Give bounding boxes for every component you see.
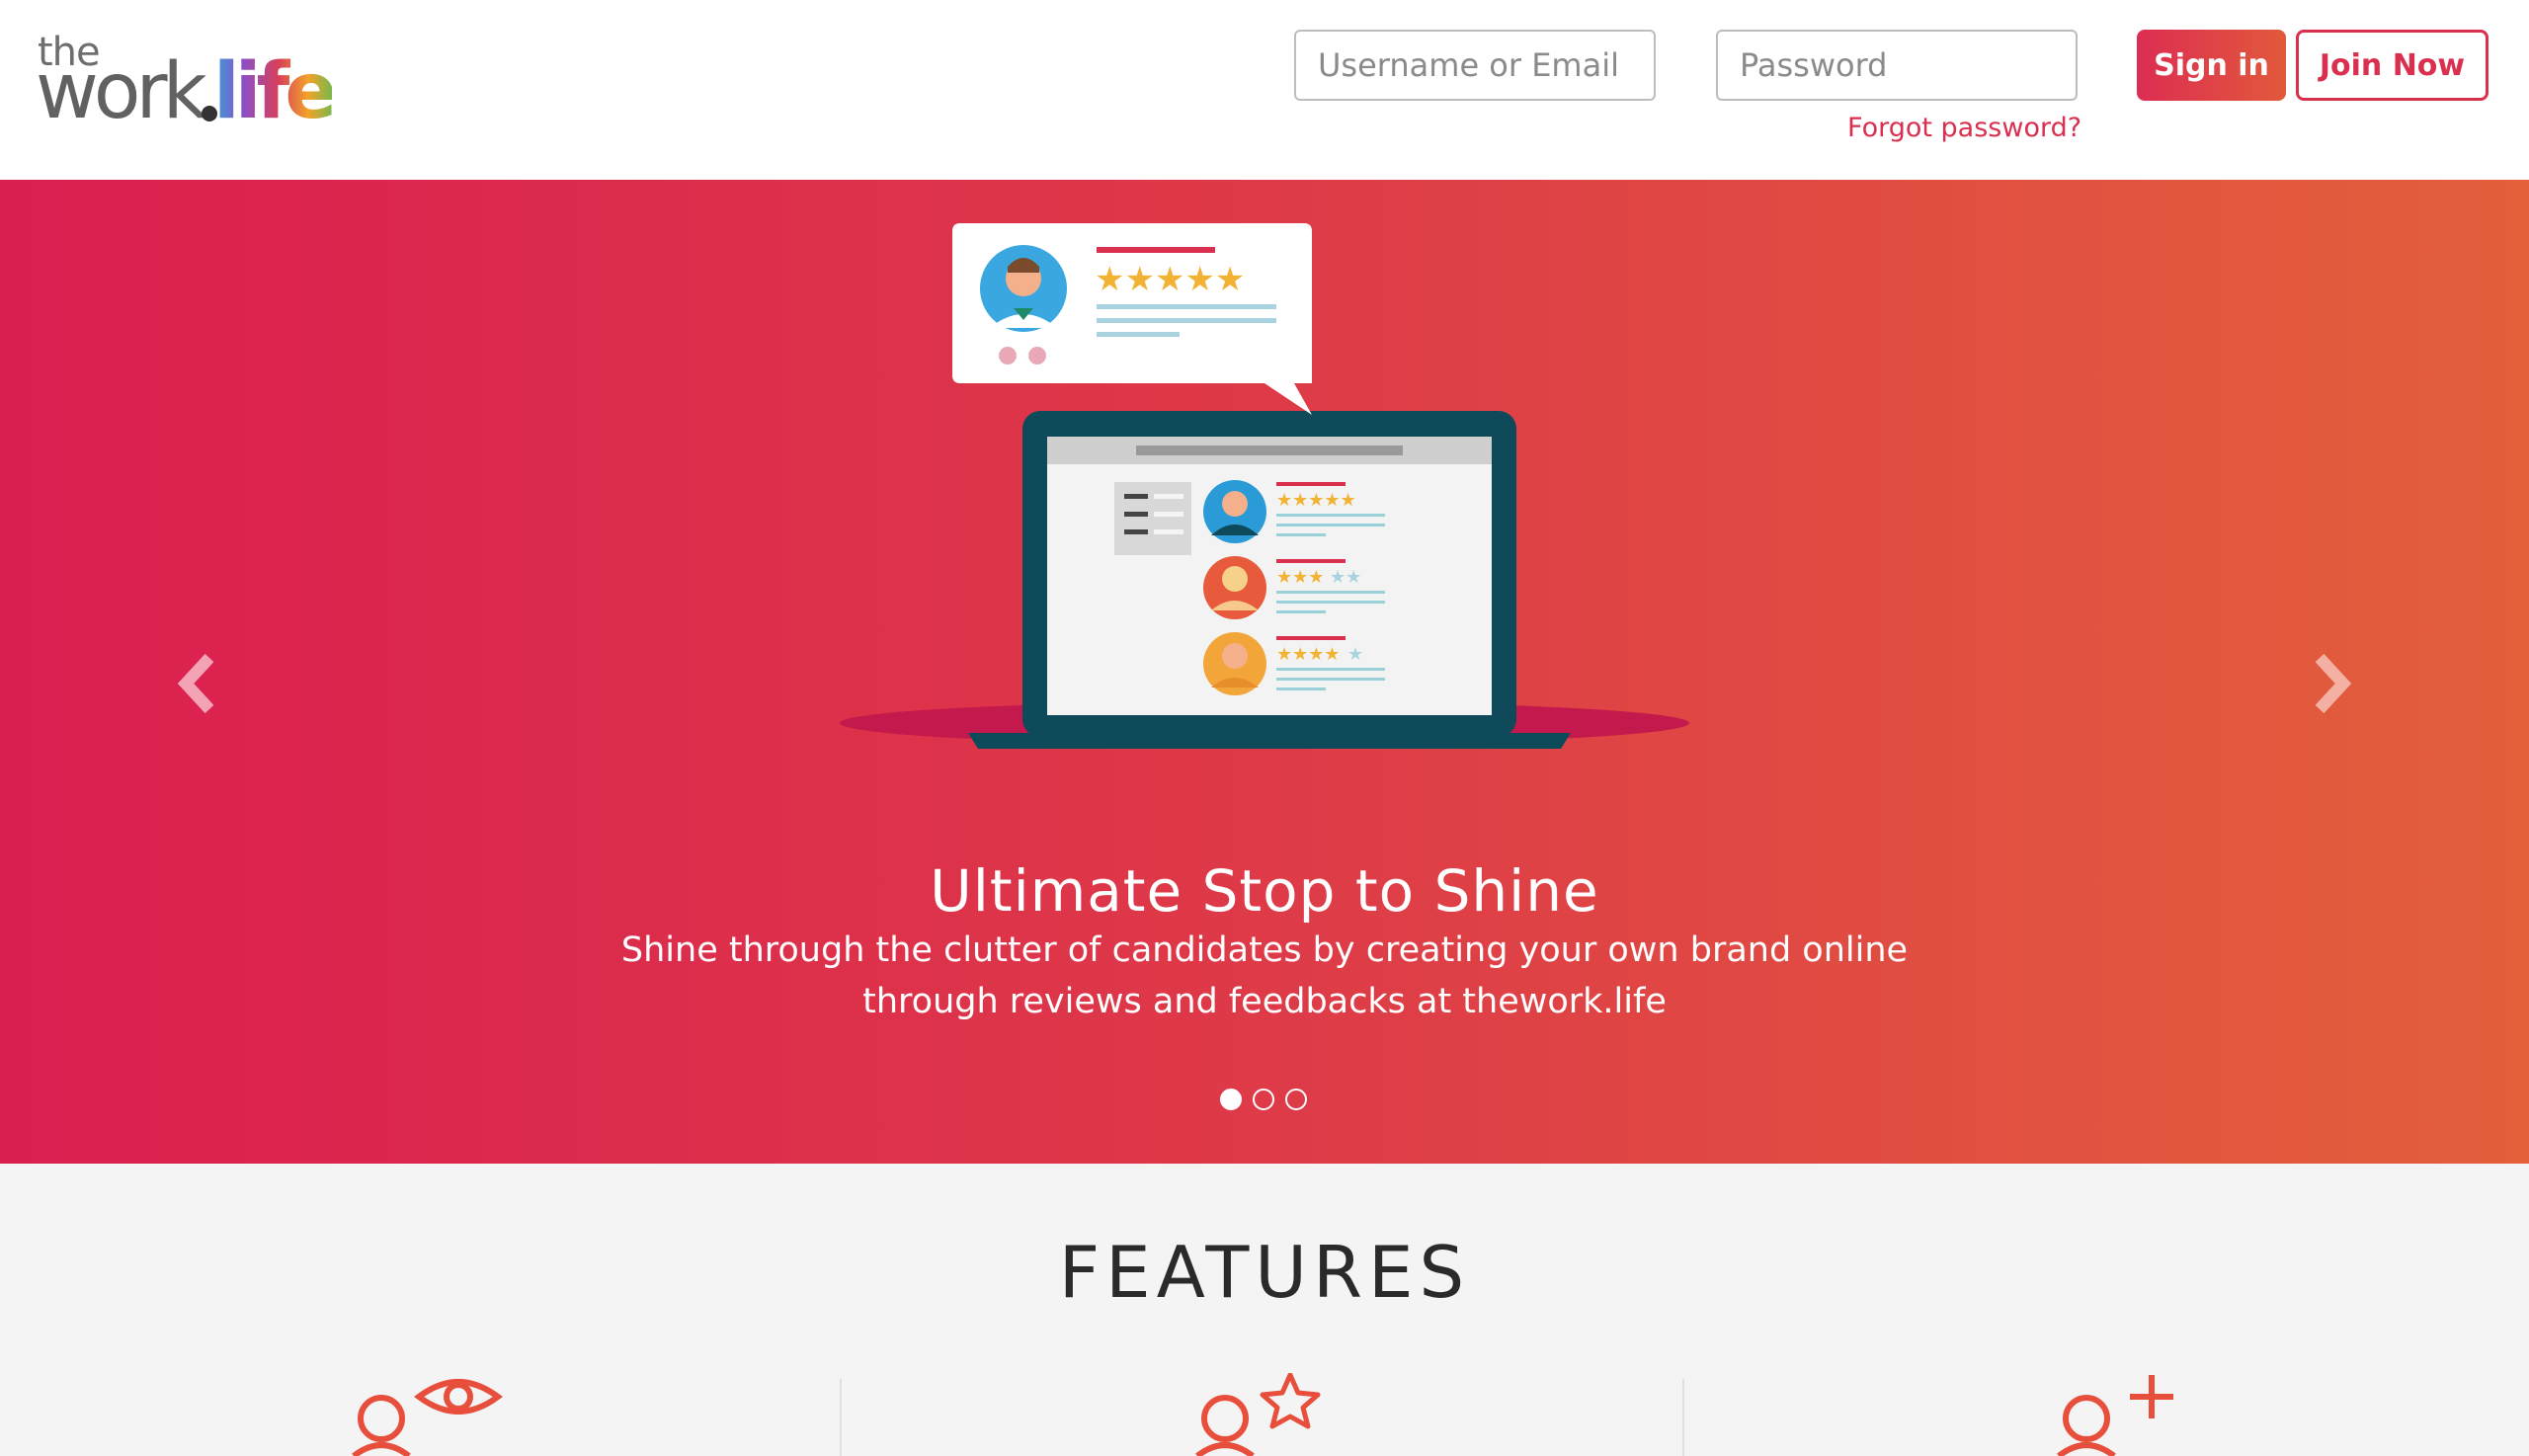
svg-text:★★: ★★	[1330, 567, 1361, 588]
feature-divider	[840, 1379, 842, 1456]
username-input[interactable]	[1294, 30, 1656, 101]
svg-text:★: ★	[1347, 644, 1363, 665]
user-plus-icon	[2057, 1375, 2173, 1456]
sign-in-button[interactable]: Sign in	[2137, 30, 2286, 101]
forgot-password-link[interactable]: Forgot password?	[1847, 113, 2081, 143]
svg-text:★★★★★: ★★★★★	[1095, 260, 1245, 299]
carousel-prev-icon[interactable]	[168, 644, 227, 723]
features-heading: FEATURES	[1058, 1231, 1471, 1314]
carousel-next-icon[interactable]	[2302, 644, 2361, 723]
carousel-dot-1[interactable]	[1220, 1089, 1242, 1110]
carousel-dot-2[interactable]	[1253, 1089, 1274, 1110]
logo-suffix: life	[213, 47, 337, 136]
carousel-dot-3[interactable]	[1285, 1089, 1307, 1110]
svg-text:★★★★★: ★★★★★	[1276, 490, 1356, 511]
site-header: the work life Forgot password? Sign in J…	[0, 0, 2529, 180]
svg-text:★★★: ★★★	[1276, 567, 1324, 588]
user-star-icon	[1195, 1373, 1321, 1456]
feature-divider	[1682, 1379, 1684, 1456]
svg-text:★★★★: ★★★★	[1276, 644, 1341, 665]
join-now-button[interactable]: Join Now	[2296, 30, 2488, 101]
site-logo[interactable]: the work life	[36, 30, 352, 136]
hero-title: Ultimate Stop to Shine	[930, 857, 1599, 925]
hero-carousel: ★★★★★ ★★★ ★★ ★★★★ ★ ★★★★★ Ultimate Stop …	[0, 180, 2529, 1164]
laptop-reviews-illustration: ★★★★★ ★★★ ★★ ★★★★ ★ ★★★★★	[840, 223, 1689, 749]
logo-main: work	[36, 47, 207, 136]
hero-subtitle: Shine through the clutter of candidates …	[620, 930, 1909, 1021]
password-input[interactable]	[1716, 30, 2078, 101]
user-eye-icon	[352, 1379, 504, 1456]
